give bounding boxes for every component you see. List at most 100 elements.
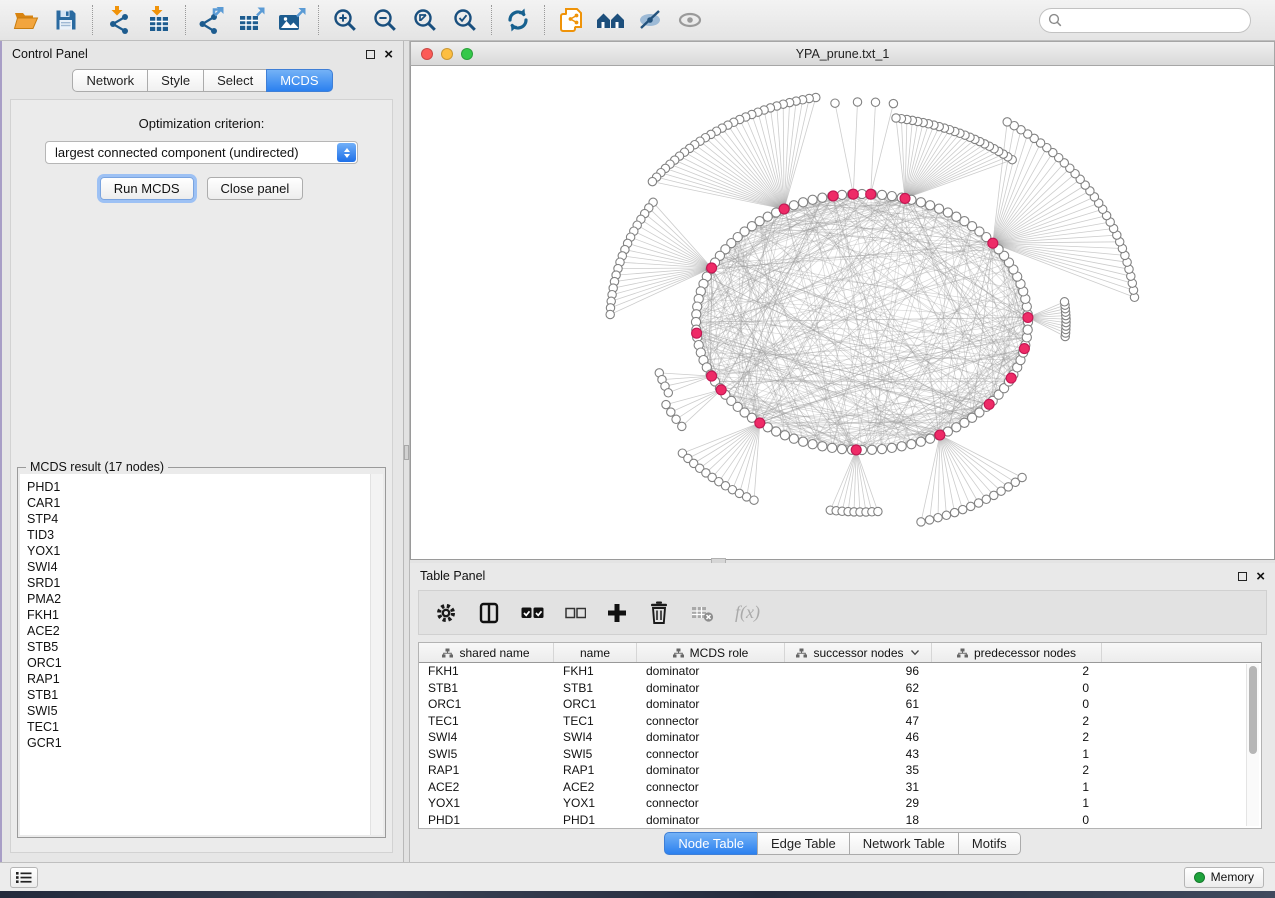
column-selector-icon[interactable] <box>478 601 500 625</box>
table-tab-motifs[interactable]: Motifs <box>958 832 1021 855</box>
close-panel-icon[interactable]: × <box>384 50 393 59</box>
node-table[interactable]: shared name name MCDS role successor node… <box>418 642 1262 829</box>
show-all-icon[interactable] <box>676 5 706 35</box>
table-tab-node-table[interactable]: Node Table <box>664 832 758 855</box>
export-table-icon[interactable] <box>237 5 267 35</box>
maximize-window-icon[interactable] <box>461 48 473 60</box>
task-history-button[interactable] <box>10 867 38 888</box>
column-header-predecessor-nodes[interactable]: predecessor nodes <box>932 643 1102 662</box>
refresh-view-icon[interactable] <box>503 5 533 35</box>
network-canvas[interactable] <box>410 66 1275 560</box>
table-tab-network-table[interactable]: Network Table <box>849 832 959 855</box>
toolbar-separator <box>544 5 545 35</box>
table-row[interactable]: RAP1RAP1dominator352 <box>419 762 1245 779</box>
cell-mcds_role: dominator <box>637 697 785 711</box>
add-column-icon[interactable] <box>607 601 627 625</box>
mcds-result-item[interactable]: SRD1 <box>27 575 365 591</box>
select-all-rows-icon[interactable] <box>521 601 544 625</box>
mcds-result-item[interactable]: PHD1 <box>27 479 365 495</box>
mcds-result-item[interactable]: STP4 <box>27 511 365 527</box>
column-header-MCDS-role[interactable]: MCDS role <box>637 643 785 662</box>
minimize-window-icon[interactable] <box>441 48 453 60</box>
vertical-splitter-handle[interactable] <box>404 445 409 460</box>
mcds-result-item[interactable]: FKH1 <box>27 607 365 623</box>
table-row[interactable]: YOX1YOX1connector291 <box>419 795 1245 812</box>
column-header-label: name <box>580 646 610 660</box>
mcds-result-item[interactable]: SWI4 <box>27 559 365 575</box>
deselect-all-rows-icon[interactable] <box>565 601 586 625</box>
column-header-shared-name[interactable]: shared name <box>419 643 554 662</box>
mcds-result-item[interactable]: SWI5 <box>27 703 365 719</box>
tab-select[interactable]: Select <box>203 69 267 92</box>
mcds-result-item[interactable]: TID3 <box>27 527 365 543</box>
import-network-icon[interactable] <box>104 5 134 35</box>
delete-columns-trash-icon[interactable] <box>648 601 670 625</box>
mcds-result-item[interactable]: STB1 <box>27 687 365 703</box>
close-table-panel-icon[interactable]: × <box>1256 572 1265 581</box>
save-session-icon[interactable] <box>51 5 81 35</box>
mcds-result-item[interactable]: ORC1 <box>27 655 365 671</box>
cell-name: PHD1 <box>554 813 637 827</box>
table-row[interactable]: SWI4SWI4dominator462 <box>419 729 1245 746</box>
float-table-panel-icon[interactable] <box>1238 572 1247 581</box>
shared-column-icon <box>673 648 684 658</box>
vertical-splitter[interactable] <box>403 41 410 862</box>
zoom-in-icon[interactable] <box>330 5 360 35</box>
close-panel-button[interactable]: Close panel <box>207 177 304 200</box>
result-list-scrollbar[interactable] <box>370 474 383 835</box>
column-header-name[interactable]: name <box>554 643 637 662</box>
function-builder-icon[interactable]: f(x) <box>735 601 760 625</box>
table-scrollbar-thumb[interactable] <box>1249 666 1257 754</box>
run-mcds-button[interactable]: Run MCDS <box>100 177 194 200</box>
table-tab-edge-table[interactable]: Edge Table <box>757 832 850 855</box>
float-panel-icon[interactable] <box>366 50 375 59</box>
table-toolbar: f(x) <box>418 590 1267 635</box>
cell-mcds_role: connector <box>637 714 785 728</box>
network-window-titlebar[interactable]: YPA_prune.txt_1 <box>410 41 1275 66</box>
table-options-gear-icon[interactable] <box>435 601 457 625</box>
tab-mcds[interactable]: MCDS <box>266 69 332 92</box>
export-image-icon[interactable] <box>277 5 307 35</box>
clone-network-icon[interactable] <box>556 5 586 35</box>
zoom-out-icon[interactable] <box>370 5 400 35</box>
tab-network[interactable]: Network <box>72 69 148 92</box>
column-header-successor-nodes[interactable]: successor nodes <box>785 643 932 662</box>
cell-mcds_role: dominator <box>637 730 785 744</box>
table-row[interactable]: SWI5SWI5connector431 <box>419 746 1245 763</box>
mcds-result-item[interactable]: RAP1 <box>27 671 365 687</box>
export-network-icon[interactable] <box>197 5 227 35</box>
table-row[interactable]: PHD1PHD1dominator180 <box>419 812 1245 829</box>
zoom-fit-icon[interactable] <box>410 5 440 35</box>
mcds-result-item[interactable]: GCR1 <box>27 735 365 751</box>
toolbar-separator <box>92 5 93 35</box>
import-table-icon[interactable] <box>144 5 174 35</box>
mcds-result-item[interactable]: YOX1 <box>27 543 365 559</box>
table-row[interactable]: STB1STB1dominator620 <box>419 680 1245 697</box>
memory-button[interactable]: Memory <box>1184 867 1264 888</box>
mcds-result-item[interactable]: STB5 <box>27 639 365 655</box>
tab-style[interactable]: Style <box>147 69 204 92</box>
table-scrollbar[interactable] <box>1246 664 1259 826</box>
delete-table-icon[interactable] <box>691 601 714 625</box>
table-row[interactable]: ORC1ORC1dominator610 <box>419 696 1245 713</box>
open-file-icon[interactable] <box>11 5 41 35</box>
search-input[interactable] <box>1067 12 1242 28</box>
mcds-result-item[interactable]: TEC1 <box>27 719 365 735</box>
cell-successor_nodes: 18 <box>785 813 932 827</box>
table-row[interactable]: ACE2ACE2connector311 <box>419 779 1245 796</box>
close-window-icon[interactable] <box>421 48 433 60</box>
first-neighbors-icon[interactable] <box>596 5 626 35</box>
mcds-result-list[interactable]: PHD1CAR1STP4TID3YOX1SWI4SRD1PMA2FKH1ACE2… <box>20 474 383 835</box>
sort-descending-icon[interactable] <box>910 649 920 656</box>
table-row[interactable]: TEC1TEC1connector472 <box>419 713 1245 730</box>
criterion-dropdown[interactable]: largest connected component (undirected) <box>45 141 358 164</box>
mcds-result-item[interactable]: CAR1 <box>27 495 365 511</box>
cell-successor_nodes: 61 <box>785 697 932 711</box>
mcds-result-item[interactable]: ACE2 <box>27 623 365 639</box>
search-box[interactable] <box>1039 8 1251 33</box>
optimization-criterion-label: Optimization criterion: <box>11 116 392 131</box>
table-row[interactable]: FKH1FKH1dominator962 <box>419 663 1245 680</box>
hide-selected-icon[interactable] <box>636 5 666 35</box>
zoom-selected-icon[interactable] <box>450 5 480 35</box>
mcds-result-item[interactable]: PMA2 <box>27 591 365 607</box>
